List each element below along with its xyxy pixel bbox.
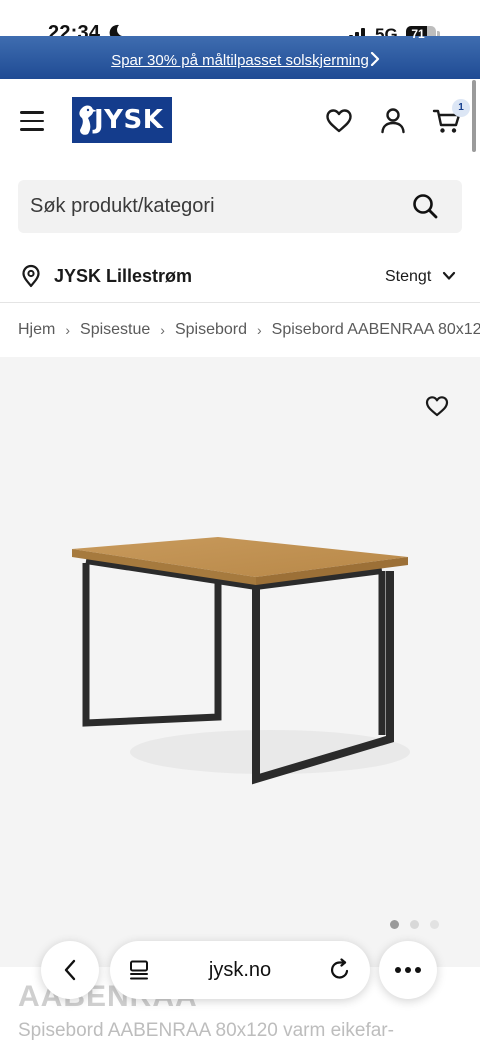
product-description: Spisebord AABENRAA 80x120 varm eikefar- — [18, 1020, 394, 1041]
gallery-dot[interactable] — [410, 920, 419, 929]
store-selector[interactable]: JYSK Lillestrøm Stengt — [0, 251, 480, 302]
reload-icon[interactable] — [328, 958, 352, 982]
breadcrumb-separator: › — [65, 322, 71, 338]
store-status: Stengt — [385, 268, 432, 285]
chevron-right-icon[interactable] — [370, 52, 380, 66]
chevron-left-icon — [64, 959, 76, 981]
heart-icon[interactable] — [324, 106, 354, 136]
browser-address-bar[interactable]: jysk.no — [110, 941, 370, 999]
product-gallery[interactable] — [0, 357, 480, 967]
product-image-dining-table[interactable] — [60, 527, 420, 797]
jysk-logo[interactable]: JYSK — [72, 97, 172, 143]
favorite-heart-icon[interactable] — [424, 393, 450, 419]
gallery-pagination — [390, 920, 439, 929]
gallery-dot[interactable] — [430, 920, 439, 929]
cart-count-badge: 1 — [452, 99, 470, 117]
site-header: JYSK 1 — [0, 79, 480, 165]
search-bar — [18, 180, 462, 233]
gallery-dot[interactable] — [390, 920, 399, 929]
breadcrumb-separator: › — [257, 322, 262, 338]
promo-link[interactable]: Spar 30% på måltilpasset solskjerming — [111, 52, 369, 69]
breadcrumb-item-dining-room[interactable]: Spisestue — [80, 321, 150, 339]
search-icon[interactable] — [411, 192, 439, 220]
search-input[interactable] — [30, 180, 410, 233]
scroll-indicator — [472, 80, 476, 152]
divider — [0, 302, 480, 303]
battery-level: 71 — [411, 27, 425, 41]
logo-text: JYSK — [94, 105, 164, 135]
promo-banner[interactable]: Spar 30% på måltilpasset solskjerming — [0, 36, 480, 79]
goose-logo-icon — [79, 105, 97, 135]
location-pin-icon — [22, 264, 40, 288]
breadcrumb-item-home[interactable]: Hjem — [18, 321, 55, 339]
breadcrumb: Hjem › Spisestue › Spisebord › Spisebord… — [18, 320, 480, 340]
breadcrumb-separator: › — [160, 322, 165, 338]
chevron-down-icon[interactable] — [442, 270, 456, 282]
breadcrumb-item-dining-table[interactable]: Spisebord — [175, 321, 247, 339]
store-name: JYSK Lillestrøm — [54, 266, 193, 286]
user-icon[interactable] — [378, 106, 408, 136]
status-bar: 22:34 5G 71 — [0, 0, 480, 44]
hamburger-menu-icon[interactable] — [20, 111, 46, 131]
browser-more-button[interactable] — [379, 941, 437, 999]
browser-back-button[interactable] — [41, 941, 99, 999]
breadcrumb-item-current: Spisebord AABENRAA 80x12 — [271, 321, 480, 338]
more-dots-icon — [395, 967, 421, 973]
